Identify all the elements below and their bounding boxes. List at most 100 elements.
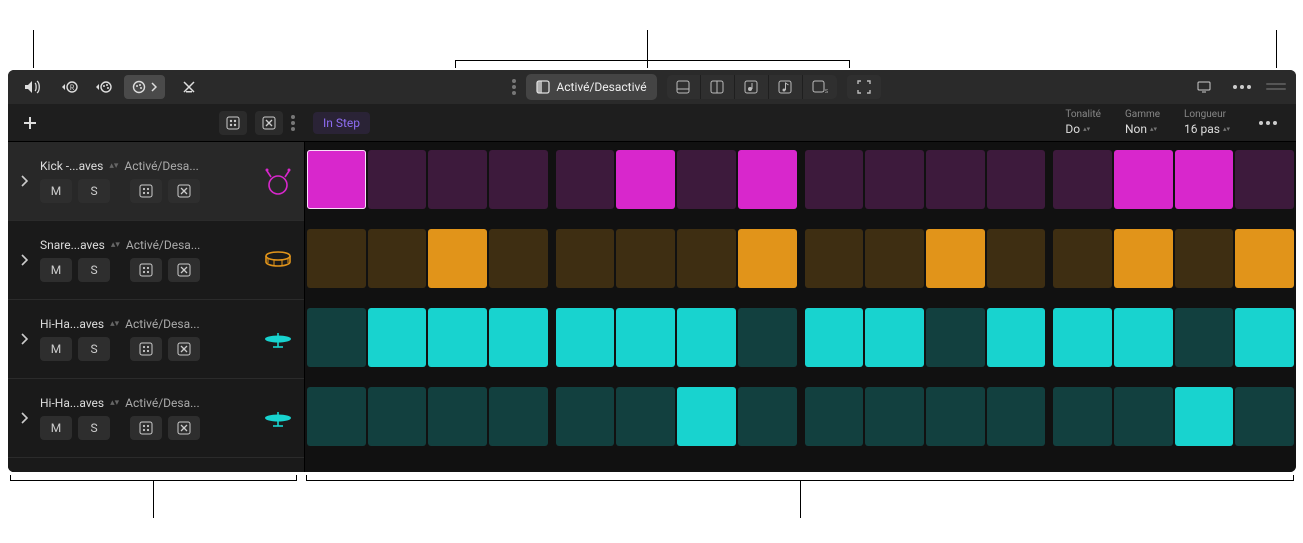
step-cell[interactable]	[556, 387, 615, 446]
step-cell[interactable]	[368, 150, 427, 209]
focus-mode-button[interactable]	[847, 75, 881, 99]
length-param[interactable]: Longueur 16 pas▴▾	[1184, 109, 1230, 136]
step-cell[interactable]	[368, 229, 427, 288]
step-cell[interactable]	[556, 229, 615, 288]
region-mode-button[interactable]: R	[56, 75, 84, 99]
step-cell[interactable]	[805, 308, 864, 367]
step-cell[interactable]	[428, 387, 487, 446]
step-cell[interactable]	[926, 150, 985, 209]
display-toggle-button[interactable]	[1190, 75, 1218, 99]
step-cell[interactable]	[926, 308, 985, 367]
tonality-param[interactable]: Tonalité Do▴▾	[1065, 109, 1101, 136]
step-cell[interactable]	[1053, 150, 1112, 209]
clear-row-button[interactable]	[168, 337, 200, 361]
track-header[interactable]: Hi-Ha...aves▴▾Activé/Desa...MS	[8, 379, 304, 458]
pattern-more-button[interactable]	[1254, 111, 1282, 135]
palette-mode-button[interactable]	[90, 75, 118, 99]
step-cell[interactable]	[556, 150, 615, 209]
step-cell[interactable]	[1175, 229, 1234, 288]
more-menu-button[interactable]	[1228, 75, 1256, 99]
step-cell[interactable]	[1235, 150, 1294, 209]
step-cell[interactable]	[738, 387, 797, 446]
disclosure-chevron-icon[interactable]	[8, 300, 40, 378]
stepper-icon[interactable]: ▴▾	[110, 322, 119, 327]
step-cell[interactable]	[738, 229, 797, 288]
step-cell[interactable]	[1175, 387, 1234, 446]
randomize-row-button[interactable]	[130, 179, 162, 203]
solo-button[interactable]: S	[78, 258, 110, 282]
randomize-row-button[interactable]	[130, 337, 162, 361]
step-cell[interactable]	[1114, 229, 1173, 288]
track-menu-button[interactable]	[291, 115, 295, 131]
step-cell[interactable]	[1053, 308, 1112, 367]
stepper-icon[interactable]: ▴▾	[111, 243, 120, 248]
step-cell[interactable]	[307, 150, 366, 209]
clear-row-button[interactable]	[168, 179, 200, 203]
view-note-button[interactable]	[735, 75, 769, 99]
step-cell[interactable]	[1175, 308, 1234, 367]
stepper-icon[interactable]: ▴▾	[109, 164, 118, 169]
step-cell[interactable]	[1114, 308, 1173, 367]
step-cell[interactable]	[307, 229, 366, 288]
step-cell[interactable]	[1175, 150, 1234, 209]
resize-handle-icon[interactable]	[1266, 83, 1286, 91]
step-cell[interactable]	[987, 387, 1046, 446]
stepper-icon[interactable]: ▴▾	[110, 401, 119, 406]
step-cell[interactable]	[1053, 387, 1112, 446]
step-cell[interactable]	[677, 308, 736, 367]
view-note2-button[interactable]	[769, 75, 803, 99]
solo-button[interactable]: S	[78, 337, 110, 361]
step-cell[interactable]	[987, 150, 1046, 209]
add-track-button[interactable]	[18, 111, 42, 135]
step-cell[interactable]	[616, 150, 675, 209]
track-header[interactable]: Snare...aves▴▾Activé/Desa...MS	[8, 221, 304, 300]
step-cell[interactable]	[489, 387, 548, 446]
close-x-button[interactable]	[175, 75, 203, 99]
disclosure-chevron-icon[interactable]	[8, 379, 40, 457]
step-cell[interactable]	[865, 308, 924, 367]
randomize-row-button[interactable]	[130, 416, 162, 440]
step-cell[interactable]	[1235, 229, 1294, 288]
step-cell[interactable]	[616, 229, 675, 288]
step-cell[interactable]	[368, 308, 427, 367]
step-cell[interactable]	[1053, 229, 1112, 288]
step-cell[interactable]	[428, 229, 487, 288]
track-header[interactable]: Hi-Ha...aves▴▾Activé/Desa...MS	[8, 300, 304, 379]
step-cell[interactable]	[1114, 150, 1173, 209]
volume-icon[interactable]	[18, 75, 46, 99]
step-cell[interactable]	[489, 229, 548, 288]
scale-param[interactable]: Gamme Non▴▾	[1125, 109, 1160, 136]
step-cell[interactable]	[987, 229, 1046, 288]
disclosure-chevron-icon[interactable]	[8, 221, 40, 299]
step-cell[interactable]	[1235, 387, 1294, 446]
clear-row-button[interactable]	[168, 416, 200, 440]
step-cell[interactable]	[926, 229, 985, 288]
step-cell[interactable]	[805, 229, 864, 288]
mute-button[interactable]: M	[40, 337, 72, 361]
view-split-button[interactable]	[701, 75, 735, 99]
step-cell[interactable]	[926, 387, 985, 446]
step-cell[interactable]	[677, 229, 736, 288]
step-cell[interactable]	[805, 150, 864, 209]
view-save-button[interactable]: Sva	[803, 75, 837, 99]
drag-handle-icon[interactable]	[512, 79, 516, 95]
mute-button[interactable]: M	[40, 416, 72, 440]
disclosure-chevron-icon[interactable]	[8, 142, 40, 220]
step-cell[interactable]	[489, 308, 548, 367]
view-stacked-button[interactable]	[667, 75, 701, 99]
palette-active-button[interactable]	[124, 75, 165, 99]
edit-mode-toggle[interactable]: Activé/Desactivé	[526, 74, 656, 100]
solo-button[interactable]: S	[78, 179, 110, 203]
step-cell[interactable]	[1114, 387, 1173, 446]
step-cell[interactable]	[428, 308, 487, 367]
clear-row-button[interactable]	[168, 258, 200, 282]
clear-button[interactable]	[255, 111, 283, 135]
step-cell[interactable]	[987, 308, 1046, 367]
step-cell[interactable]	[616, 387, 675, 446]
step-cell[interactable]	[616, 308, 675, 367]
solo-button[interactable]: S	[78, 416, 110, 440]
step-cell[interactable]	[805, 387, 864, 446]
track-header[interactable]: Kick -...aves▴▾Activé/Desa...MS	[8, 142, 304, 221]
step-cell[interactable]	[677, 150, 736, 209]
step-cell[interactable]	[865, 387, 924, 446]
